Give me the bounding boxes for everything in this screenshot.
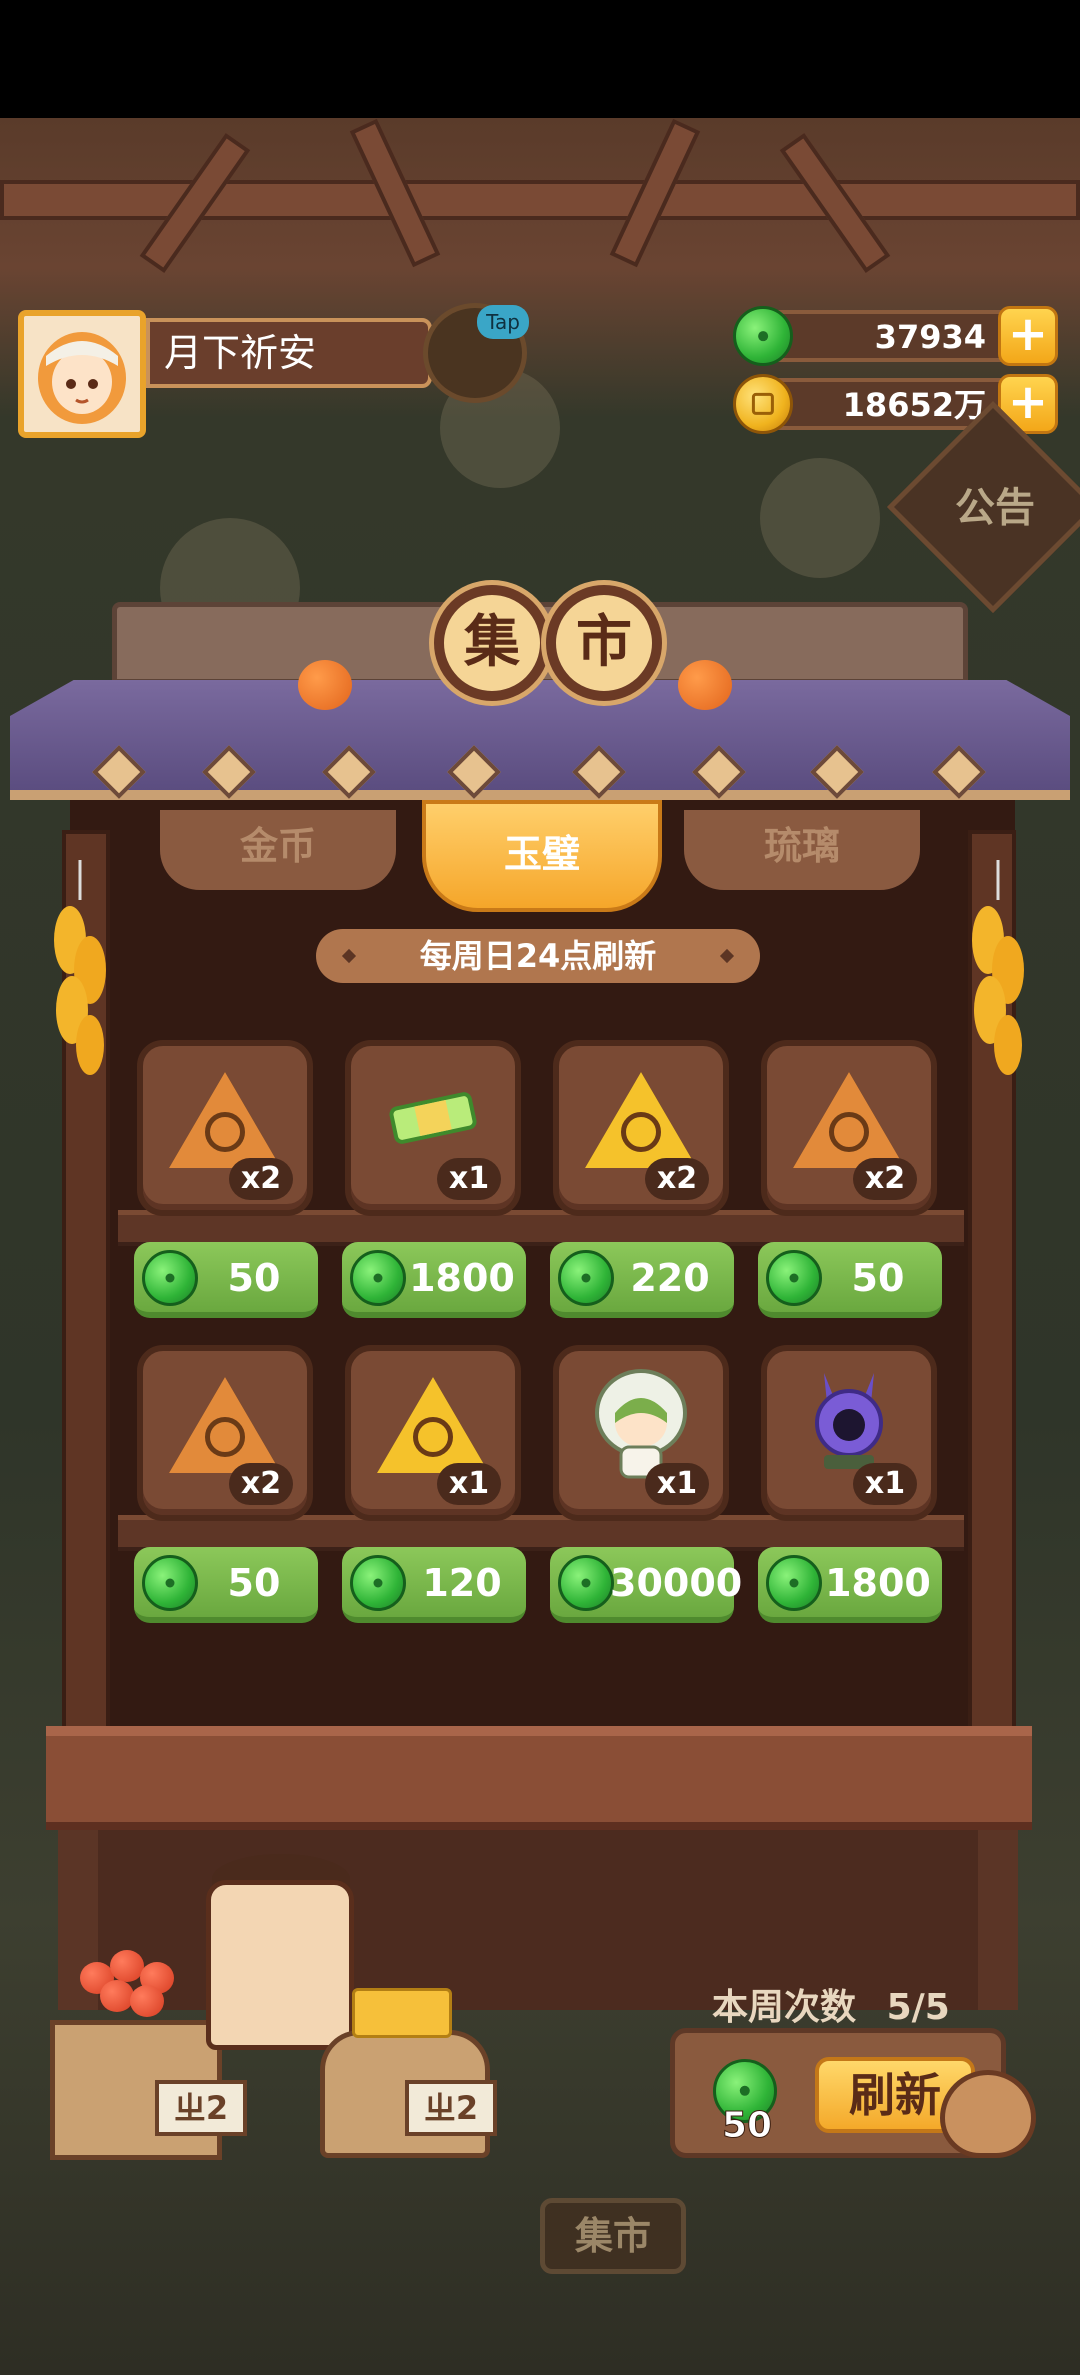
item-quantity: x1 bbox=[645, 1463, 709, 1505]
jade-currency-bar: 37934 + bbox=[733, 306, 1058, 366]
bottom-tab-market[interactable]: 集市 bbox=[540, 2198, 686, 2274]
orange-talisman-flower-icon bbox=[793, 1071, 905, 1168]
price-value: 50 bbox=[227, 1561, 281, 1605]
jade-icon bbox=[558, 1250, 614, 1306]
price-button[interactable]: 1800 bbox=[342, 1242, 526, 1318]
tomato bbox=[100, 1980, 134, 2012]
persimmon-decoration bbox=[678, 660, 732, 710]
item-quantity: x2 bbox=[229, 1463, 293, 1505]
shop-item[interactable]: x2 bbox=[137, 1040, 313, 1216]
corn-decoration-right bbox=[972, 860, 1024, 1075]
item-quantity: x1 bbox=[437, 1463, 501, 1505]
shop-item[interactable]: x1 bbox=[345, 1040, 521, 1216]
price-value: 1800 bbox=[825, 1561, 931, 1605]
price-sign: ㄓ2 bbox=[405, 2080, 497, 2136]
price-sign: ㄓ2 bbox=[155, 2080, 247, 2136]
tab-glaze[interactable]: 琉璃 bbox=[684, 810, 920, 890]
item-quantity: x2 bbox=[645, 1158, 709, 1200]
shop-title-char-2: 市 bbox=[546, 585, 662, 701]
shop-item[interactable]: x2 bbox=[761, 1040, 937, 1216]
price-button[interactable]: 120 bbox=[342, 1547, 526, 1623]
coin-amount: 18652万 bbox=[842, 386, 986, 424]
shop-item[interactable]: x1 bbox=[345, 1345, 521, 1521]
background-decoration bbox=[760, 458, 880, 578]
jade-icon bbox=[766, 1250, 822, 1306]
shop-title-char-1: 集 bbox=[434, 585, 550, 701]
price-value: 50 bbox=[227, 1256, 281, 1300]
shop-item[interactable]: x2 bbox=[553, 1040, 729, 1216]
price-button[interactable]: 30000 bbox=[550, 1547, 743, 1623]
tomato bbox=[110, 1950, 144, 1982]
tab-gold-coin[interactable]: 金币 bbox=[160, 810, 396, 890]
jade-icon bbox=[558, 1555, 614, 1611]
weekly-refresh-count: 本周次数 5/5 bbox=[712, 1978, 950, 2030]
add-jade-button[interactable]: + bbox=[998, 306, 1058, 366]
jade-icon bbox=[142, 1555, 198, 1611]
price-button[interactable]: 50 bbox=[134, 1547, 318, 1623]
jade-icon bbox=[142, 1250, 198, 1306]
butter-block bbox=[352, 1988, 452, 2038]
item-quantity: x1 bbox=[437, 1158, 501, 1200]
tab-jade-disc[interactable]: 玉璧 bbox=[422, 800, 662, 912]
player-name: 月下祈安 bbox=[146, 318, 432, 388]
orange-talisman-wheel-icon bbox=[169, 1071, 281, 1168]
jade-icon bbox=[733, 306, 793, 366]
price-value: 50 bbox=[851, 1256, 905, 1300]
price-button[interactable]: 50 bbox=[758, 1242, 942, 1318]
shop-item[interactable]: x1 bbox=[761, 1345, 937, 1521]
corn-decoration-left bbox=[54, 860, 106, 1075]
price-value: 1800 bbox=[409, 1256, 515, 1300]
gold-talisman-spiral-icon bbox=[377, 1376, 489, 1473]
shop-item[interactable]: x1 bbox=[553, 1345, 729, 1521]
jade-icon bbox=[766, 1555, 822, 1611]
top-beam bbox=[0, 180, 1080, 220]
price-button[interactable]: 50 bbox=[134, 1242, 318, 1318]
refresh-cost: 50 bbox=[721, 2105, 773, 2147]
tap-label: Tap bbox=[477, 305, 529, 339]
item-quantity: x2 bbox=[229, 1158, 293, 1200]
price-value: 120 bbox=[422, 1561, 502, 1605]
weekly-label: 本周次数 bbox=[712, 1987, 857, 2028]
shop-counter bbox=[46, 1726, 1032, 1830]
notice-label: 公告 bbox=[955, 485, 1035, 531]
persimmon-decoration bbox=[298, 660, 352, 710]
refresh-schedule-note: 每周日24点刷新 bbox=[316, 929, 760, 983]
price-value: 220 bbox=[630, 1256, 710, 1300]
shop-roof bbox=[10, 680, 1070, 800]
cat-mascot-icon bbox=[940, 2070, 1036, 2158]
merchant-character bbox=[206, 1880, 354, 2050]
gold-talisman-icon bbox=[585, 1071, 697, 1168]
price-button[interactable]: 220 bbox=[550, 1242, 734, 1318]
jade-amount: 37934 bbox=[874, 318, 986, 356]
shop-item[interactable]: x2 bbox=[137, 1345, 313, 1521]
weekly-count: 5/5 bbox=[886, 1987, 950, 2028]
jade-icon bbox=[350, 1555, 406, 1611]
jade-icon bbox=[350, 1250, 406, 1306]
tomato bbox=[130, 1985, 164, 2017]
avatar[interactable] bbox=[18, 310, 146, 438]
coin-icon bbox=[733, 374, 793, 434]
price-value: 30000 bbox=[610, 1561, 743, 1605]
jade-scroll-icon bbox=[373, 1083, 493, 1157]
item-quantity: x2 bbox=[853, 1158, 917, 1200]
status-bar bbox=[0, 0, 1080, 118]
item-quantity: x1 bbox=[853, 1463, 917, 1505]
orange-talisman-sun-icon bbox=[169, 1376, 281, 1473]
price-button[interactable]: 1800 bbox=[758, 1547, 942, 1623]
